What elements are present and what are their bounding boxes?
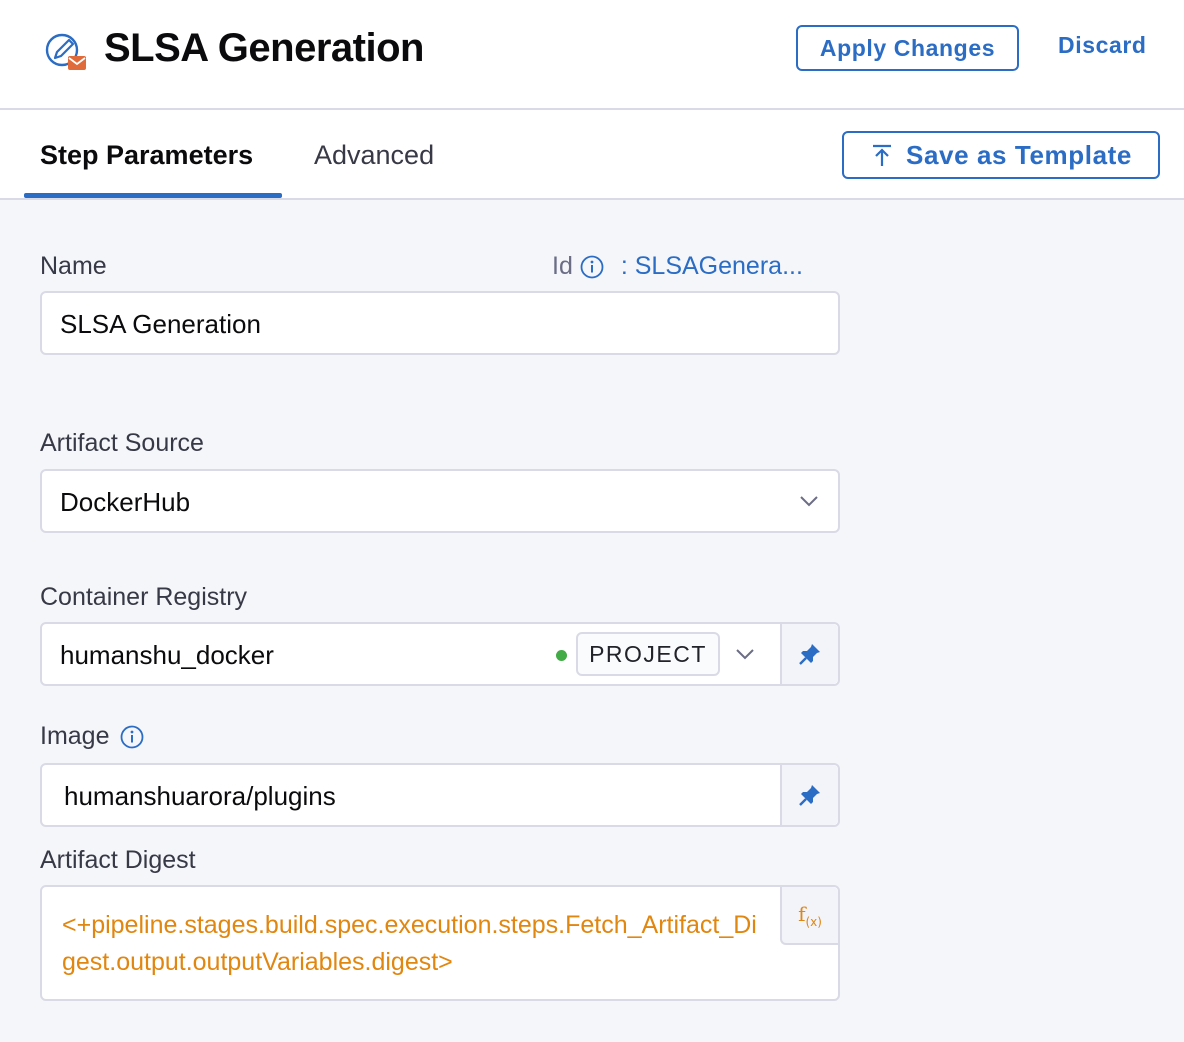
tab-advanced[interactable]: Advanced [314,140,434,171]
name-input-value: SLSA Generation [60,309,261,339]
active-tab-indicator [24,193,282,198]
artifact-digest-label: Artifact Digest [40,846,196,874]
apply-changes-button[interactable]: Apply Changes [796,25,1019,71]
pin-icon [799,785,820,806]
artifact-source-select[interactable]: DockerHub [40,469,840,533]
tab-step-parameters[interactable]: Step Parameters [40,140,253,171]
discard-button[interactable]: Discard [1058,32,1147,59]
expression-fx-button[interactable]: f(x) [780,887,838,945]
step-id: Id : SLSAGenera... [552,252,803,281]
tabs-bar: Step Parameters Advanced Save as Templat… [0,110,1184,200]
connector-status-dot [556,650,567,661]
artifact-digest-input[interactable]: <+pipeline.stages.build.spec.execution.s… [40,885,840,1001]
image-label-row: Image [40,722,145,751]
image-pin-button[interactable] [780,765,838,825]
info-icon[interactable] [579,254,605,280]
image-input-value: humanshuarora/plugins [64,781,336,811]
id-value[interactable]: : SLSAGenera... [621,252,803,281]
chevron-down-icon[interactable] [734,646,756,662]
save-as-template-button[interactable]: Save as Template [842,131,1160,179]
fx-icon: f(x) [798,901,822,929]
artifact-source-label: Artifact Source [40,429,204,457]
image-input[interactable]: humanshuarora/plugins [40,763,840,827]
upload-icon [873,144,892,166]
container-registry-value: humanshu_docker [60,640,274,670]
step-parameters-panel: Name Id : SLSAGenera... SLSA Generation … [0,200,1184,1042]
image-label: Image [40,722,110,750]
info-icon[interactable] [119,724,145,750]
scope-badge: PROJECT [576,632,720,676]
pin-icon [799,644,820,665]
container-registry-pin-button[interactable] [780,624,838,684]
save-as-template-label: Save as Template [906,139,1132,170]
artifact-digest-expression: <+pipeline.stages.build.spec.execution.s… [62,911,757,976]
page-title: SLSA Generation [104,26,424,70]
name-input[interactable]: SLSA Generation [40,291,840,355]
container-registry-select[interactable]: humanshu_docker PROJECT [40,622,840,686]
chevron-down-icon [800,496,818,507]
slsa-step-icon [45,33,86,70]
id-label: Id [552,252,573,280]
artifact-source-value: DockerHub [60,487,191,517]
container-registry-label: Container Registry [40,583,248,611]
name-label: Name [40,252,107,280]
step-header: SLSA Generation Apply Changes Discard [0,0,1184,110]
